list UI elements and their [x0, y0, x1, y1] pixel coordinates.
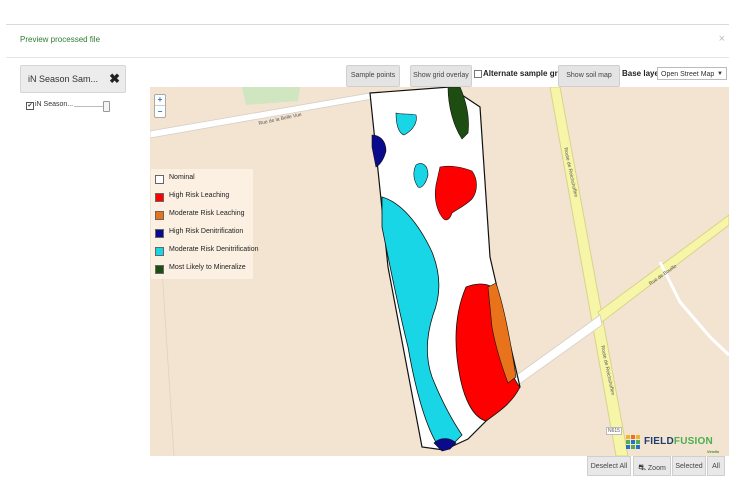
remove-layer-icon[interactable]: ✖: [109, 71, 120, 87]
legend-label: Moderate Risk Leaching: [169, 210, 245, 217]
chevron-down-icon: ▼: [717, 71, 723, 77]
alternate-sample-grid-checkbox[interactable]: [474, 70, 482, 78]
street-label-route-code: N615: [606, 427, 622, 435]
modal-header: Preview processed file ×: [6, 25, 729, 58]
zoom-button[interactable]: ⛐ Zoom: [633, 456, 671, 476]
legend-item: Most Likely to Mineralize: [155, 264, 253, 274]
preview-modal: Preview processed file × iN Season Sam..…: [6, 24, 729, 485]
map-legend: Nominal High Risk Leaching Moderate Risk…: [151, 169, 258, 279]
opacity-slider-handle[interactable]: [103, 101, 110, 112]
map-canvas[interactable]: Rue de la Belle Vue Rue de Bouille Route…: [150, 87, 729, 456]
alternate-sample-grid-label: Alternate sample grid: [483, 69, 565, 78]
opacity-slider-track[interactable]: [74, 106, 106, 107]
legend-label: High Risk Leaching: [169, 192, 230, 199]
legend-item: Nominal: [155, 174, 253, 184]
legend-swatch: [155, 229, 164, 238]
lane-right: [658, 261, 729, 357]
close-icon[interactable]: ×: [719, 33, 725, 45]
layer-card-title: iN Season Sam...: [28, 74, 99, 84]
legend-swatch: [155, 247, 164, 256]
legend-swatch: [155, 193, 164, 202]
base-layer-select[interactable]: Open Street Map ▼: [657, 67, 727, 80]
legend-label: Nominal: [169, 174, 195, 181]
brand-name-part1: FIELD: [644, 436, 674, 447]
layer-row: ✔ iN Season...: [26, 101, 126, 113]
legend-item: High Risk Leaching: [155, 192, 253, 202]
park-area: [242, 87, 300, 105]
fieldfusion-logo: FIELDFUSION Verdis: [624, 433, 728, 456]
brand-name: FIELDFUSION: [644, 436, 713, 447]
zoom-control: + −: [154, 94, 166, 118]
legend-swatch: [155, 175, 164, 184]
zoom-in-button[interactable]: +: [155, 95, 165, 106]
legend-label: High Risk Denitrification: [169, 228, 244, 235]
modal-title: Preview processed file: [20, 35, 101, 44]
legend-label: Most Likely to Mineralize: [169, 264, 246, 271]
layer-name: iN Season...: [35, 101, 74, 108]
binoculars-icon: ⛐: [638, 462, 646, 472]
grid-logo-icon: [626, 435, 640, 449]
sample-points-button[interactable]: Sample points: [346, 65, 400, 87]
all-button[interactable]: All: [707, 456, 725, 476]
show-soil-map-button[interactable]: Show soil map: [558, 65, 620, 87]
base-layer-value: Open Street Map: [661, 71, 715, 78]
road-reichshoffen: [549, 87, 629, 456]
legend-item: Moderate Risk Denitrification: [155, 246, 258, 256]
brand-sub: Verdis: [707, 449, 720, 454]
legend-swatch: [155, 265, 164, 274]
legend-item: Moderate Risk Leaching: [155, 210, 253, 220]
show-grid-overlay-button[interactable]: Show grid overlay: [410, 65, 472, 87]
layer-card[interactable]: iN Season Sam... ✖: [20, 65, 126, 93]
legend-label: Moderate Risk Denitrification: [169, 246, 259, 253]
zoom-button-label: Zoom: [647, 465, 666, 472]
zoom-out-button[interactable]: −: [155, 106, 165, 117]
legend-swatch: [155, 211, 164, 220]
brand-name-part2: FUSION: [673, 436, 713, 447]
deselect-all-button[interactable]: Deselect All: [587, 456, 631, 476]
legend-item: High Risk Denitrification: [155, 228, 253, 238]
selected-button[interactable]: Selected: [672, 456, 706, 476]
layer-visibility-checkbox[interactable]: ✔: [26, 102, 34, 110]
